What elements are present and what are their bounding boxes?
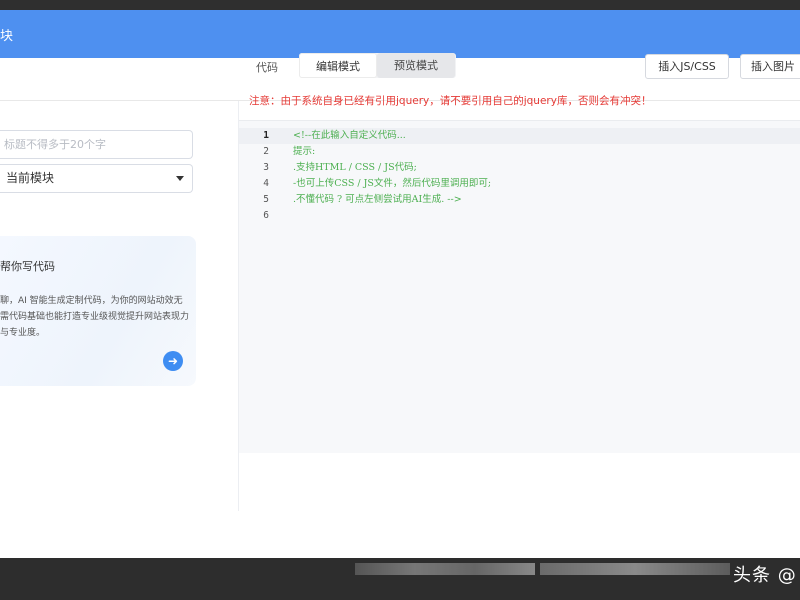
code-line: <!--在此输入自定义代码... — [293, 130, 406, 141]
arrow-right-icon[interactable]: ➜ — [163, 351, 183, 371]
tab-preview-mode[interactable]: 预览模式 — [377, 53, 455, 78]
bottom-bar — [0, 558, 800, 600]
line-number: 1 — [263, 130, 269, 141]
ai-code-card[interactable]: 帮你写代码 聊，AI 智能生成定制代码，为你的网站动效无需代码基础也能打造专业级… — [0, 236, 196, 386]
screenshot-stage: 块 标题不得多于20个字 当前模块 帮你写代码 聊，AI 智能生成定制代码，为你… — [0, 0, 800, 600]
caret-down-icon — [176, 176, 184, 181]
mode-tabs: 编辑模式 预览模式 — [299, 53, 456, 78]
code-editor[interactable]: 1 2 3 4 5 6 <!--在此输入自定义代码... 提示: .支持HTML… — [239, 120, 800, 453]
insert-image-button[interactable]: 插入图片 — [740, 54, 800, 79]
line-number: 6 — [263, 210, 269, 221]
line-number: 3 — [263, 162, 269, 173]
watermark: 头条 @ — [733, 565, 797, 586]
dialog-title: 块 — [0, 28, 14, 44]
code-line: .支持HTML / CSS / JS代码; — [293, 162, 417, 173]
dialog-header: 块 — [0, 10, 800, 58]
taskbar-blur — [355, 563, 535, 575]
module-select-value: 当前模块 — [6, 171, 55, 185]
code-line: 提示: — [293, 146, 316, 157]
module-select[interactable]: 当前模块 — [0, 164, 193, 193]
jquery-warning: 注意：由于系统自身已经有引用jquery，请不要引用自己的jquery库，否则会… — [249, 95, 652, 107]
title-input[interactable]: 标题不得多于20个字 — [0, 130, 193, 159]
ai-card-description: 聊，AI 智能生成定制代码，为你的网站动效无需代码基础也能打造专业级视觉提升网站… — [0, 296, 190, 338]
code-label: 代码 — [256, 61, 278, 74]
code-content[interactable]: <!--在此输入自定义代码... 提示: .支持HTML / CSS / JS代… — [293, 128, 491, 224]
line-number: 4 — [263, 178, 269, 189]
insert-js-css-button[interactable]: 插入JS/CSS — [645, 54, 729, 79]
code-line: -也可上传CSS / JS文件，然后代码里调用即可; — [293, 178, 492, 189]
window-top-strip — [0, 0, 800, 10]
ai-card-title: 帮你写代码 — [0, 260, 55, 273]
line-number: 5 — [263, 194, 269, 205]
left-column: 标题不得多于20个字 当前模块 帮你写代码 聊，AI 智能生成定制代码，为你的网… — [0, 101, 238, 511]
taskbar-blur — [540, 563, 730, 575]
tab-edit-mode[interactable]: 编辑模式 — [299, 53, 377, 78]
code-line: .不懂代码 ? 可点左侧尝试用AI生成. --> — [293, 194, 462, 205]
line-number: 2 — [263, 146, 269, 157]
line-number-gutter: 1 2 3 4 5 6 — [239, 128, 281, 224]
